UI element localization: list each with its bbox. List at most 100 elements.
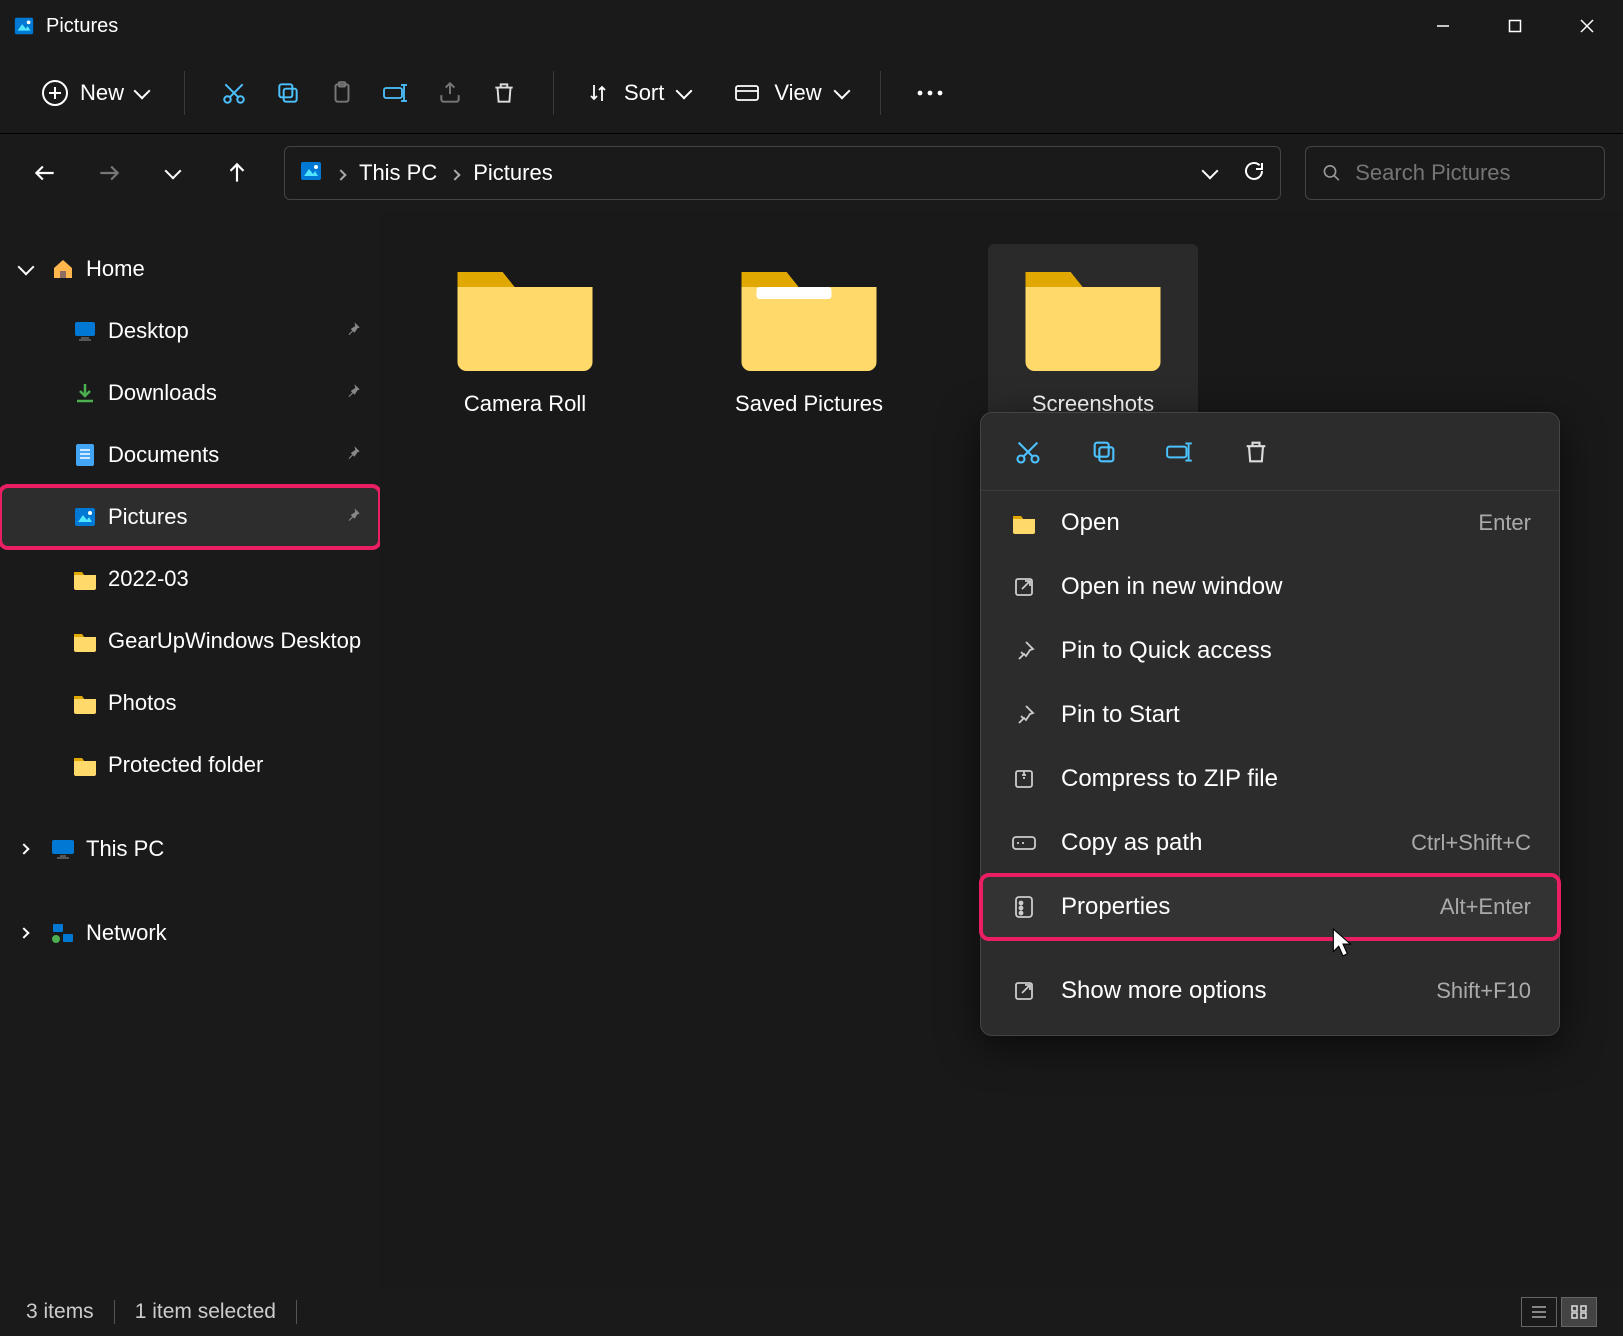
sidebar-item-label: Photos bbox=[108, 690, 177, 716]
context-menu-show-more-options[interactable]: Show more optionsShift+F10 bbox=[981, 959, 1559, 1023]
folder-label: Saved Pictures bbox=[714, 391, 904, 417]
cut-button[interactable] bbox=[207, 66, 261, 120]
rename-icon[interactable] bbox=[1163, 435, 1197, 469]
new-button[interactable]: New bbox=[28, 72, 162, 114]
context-menu-compress-to-zip-file[interactable]: Compress to ZIP file bbox=[981, 747, 1559, 811]
sidebar-item-photos[interactable]: Photos bbox=[0, 672, 380, 734]
folder-grid: Camera Roll Saved Pictures Screenshots bbox=[420, 244, 1583, 427]
status-separator bbox=[296, 1300, 297, 1324]
up-button[interactable] bbox=[210, 146, 264, 200]
sidebar-item-network[interactable]: Network bbox=[0, 902, 380, 964]
sidebar-item-pictures[interactable]: Pictures bbox=[0, 486, 380, 548]
navigation-row: This PC Pictures bbox=[0, 134, 1623, 212]
chevron-down-icon bbox=[676, 82, 693, 99]
address-dropdown-button[interactable] bbox=[1204, 164, 1216, 182]
context-menu-label: Properties bbox=[1061, 893, 1170, 921]
context-menu-label: Copy as path bbox=[1061, 829, 1202, 857]
delete-button[interactable] bbox=[477, 66, 531, 120]
context-menu: OpenEnter Open in new window Pin to Quick … bbox=[980, 412, 1560, 1036]
folder-icon bbox=[72, 566, 98, 592]
thumbnails-view-button[interactable] bbox=[1561, 1297, 1597, 1327]
cut-icon[interactable] bbox=[1011, 435, 1045, 469]
context-menu-copy-as-path[interactable]: Copy as pathCtrl+Shift+C bbox=[981, 811, 1559, 875]
sidebar-item-downloads[interactable]: Downloads bbox=[0, 362, 380, 424]
item-count: 3 items bbox=[26, 1300, 94, 1324]
view-button[interactable]: View bbox=[724, 72, 857, 114]
expand-chevron-icon bbox=[20, 260, 40, 278]
search-box[interactable] bbox=[1305, 146, 1605, 200]
pin-icon bbox=[344, 380, 362, 406]
sort-label: Sort bbox=[624, 80, 664, 106]
close-button[interactable] bbox=[1551, 0, 1623, 52]
sort-icon bbox=[586, 81, 610, 105]
address-bar[interactable]: This PC Pictures bbox=[284, 146, 1281, 200]
context-menu-open-in-new-window[interactable]: Open in new window bbox=[981, 555, 1559, 619]
delete-icon[interactable] bbox=[1239, 435, 1273, 469]
sidebar-item-desktop[interactable]: Desktop bbox=[0, 300, 380, 362]
sort-button[interactable]: Sort bbox=[576, 72, 700, 114]
folder-icon bbox=[72, 628, 98, 654]
keyboard-shortcut: Shift+F10 bbox=[1436, 978, 1531, 1004]
pc-icon bbox=[50, 836, 76, 862]
copy-icon[interactable] bbox=[1087, 435, 1121, 469]
context-menu-quick-actions bbox=[981, 413, 1559, 491]
forward-button[interactable] bbox=[82, 146, 136, 200]
search-input[interactable] bbox=[1355, 160, 1588, 186]
status-separator bbox=[114, 1300, 115, 1324]
sidebar-item-gearupwindows-desktop[interactable]: GearUpWindows Desktop bbox=[0, 610, 380, 672]
folder-icon bbox=[445, 254, 605, 379]
breadcrumb-item[interactable]: This PC bbox=[359, 160, 437, 186]
folder-label: Camera Roll bbox=[430, 391, 620, 417]
folder-item[interactable]: Saved Pictures bbox=[704, 244, 914, 427]
more-icon bbox=[1009, 976, 1039, 1006]
rename-button[interactable] bbox=[369, 66, 423, 120]
context-menu-label: Open bbox=[1061, 509, 1120, 537]
context-menu-label: Pin to Quick access bbox=[1061, 637, 1272, 665]
context-menu-pin-to-start[interactable]: Pin to Start bbox=[981, 683, 1559, 747]
share-button[interactable] bbox=[423, 66, 477, 120]
zip-icon bbox=[1009, 764, 1039, 794]
window-controls bbox=[1407, 0, 1623, 52]
chevron-down-icon bbox=[833, 82, 850, 99]
more-button[interactable] bbox=[903, 66, 957, 120]
pin-icon bbox=[1009, 700, 1039, 730]
details-view-button[interactable] bbox=[1521, 1297, 1557, 1327]
minimize-button[interactable] bbox=[1407, 0, 1479, 52]
mouse-cursor bbox=[1332, 928, 1354, 958]
refresh-button[interactable] bbox=[1242, 159, 1266, 188]
context-menu-properties[interactable]: PropertiesAlt+Enter bbox=[981, 875, 1559, 939]
back-button[interactable] bbox=[18, 146, 72, 200]
pictures-app-icon bbox=[12, 14, 36, 38]
pictures-icon bbox=[72, 504, 98, 530]
sidebar-item-label: Pictures bbox=[108, 504, 187, 530]
toolbar-separator bbox=[184, 71, 185, 115]
sidebar-item-home[interactable]: Home bbox=[0, 238, 380, 300]
folder-item[interactable]: Camera Roll bbox=[420, 244, 630, 427]
downloads-icon bbox=[72, 380, 98, 406]
maximize-button[interactable] bbox=[1479, 0, 1551, 52]
sidebar-item-documents[interactable]: Documents bbox=[0, 424, 380, 486]
context-menu-open[interactable]: OpenEnter bbox=[981, 491, 1559, 555]
folder-item[interactable]: Screenshots bbox=[988, 244, 1198, 427]
sidebar-item-2022-03[interactable]: 2022-03 bbox=[0, 548, 380, 610]
context-menu-label: Compress to ZIP file bbox=[1061, 765, 1278, 793]
sidebar-item-label: Home bbox=[86, 256, 145, 282]
sidebar-item-label: Protected folder bbox=[108, 752, 263, 778]
view-icon bbox=[734, 82, 760, 104]
context-menu-pin-to-quick-access[interactable]: Pin to Quick access bbox=[981, 619, 1559, 683]
external-icon bbox=[1009, 572, 1039, 602]
recent-locations-button[interactable] bbox=[146, 146, 200, 200]
breadcrumb-item[interactable]: Pictures bbox=[473, 160, 552, 186]
sidebar-item-this-pc[interactable]: This PC bbox=[0, 818, 380, 880]
context-menu-label: Pin to Start bbox=[1061, 701, 1180, 729]
context-menu-label: Open in new window bbox=[1061, 573, 1282, 601]
copy-button[interactable] bbox=[261, 66, 315, 120]
search-icon bbox=[1322, 162, 1341, 184]
sidebar-item-label: 2022-03 bbox=[108, 566, 189, 592]
expand-chevron-icon bbox=[20, 924, 40, 942]
paste-button[interactable] bbox=[315, 66, 369, 120]
toolbar-separator bbox=[880, 71, 881, 115]
folder-icon bbox=[72, 752, 98, 778]
sidebar-item-protected-folder[interactable]: Protected folder bbox=[0, 734, 380, 796]
home-icon bbox=[50, 256, 76, 282]
